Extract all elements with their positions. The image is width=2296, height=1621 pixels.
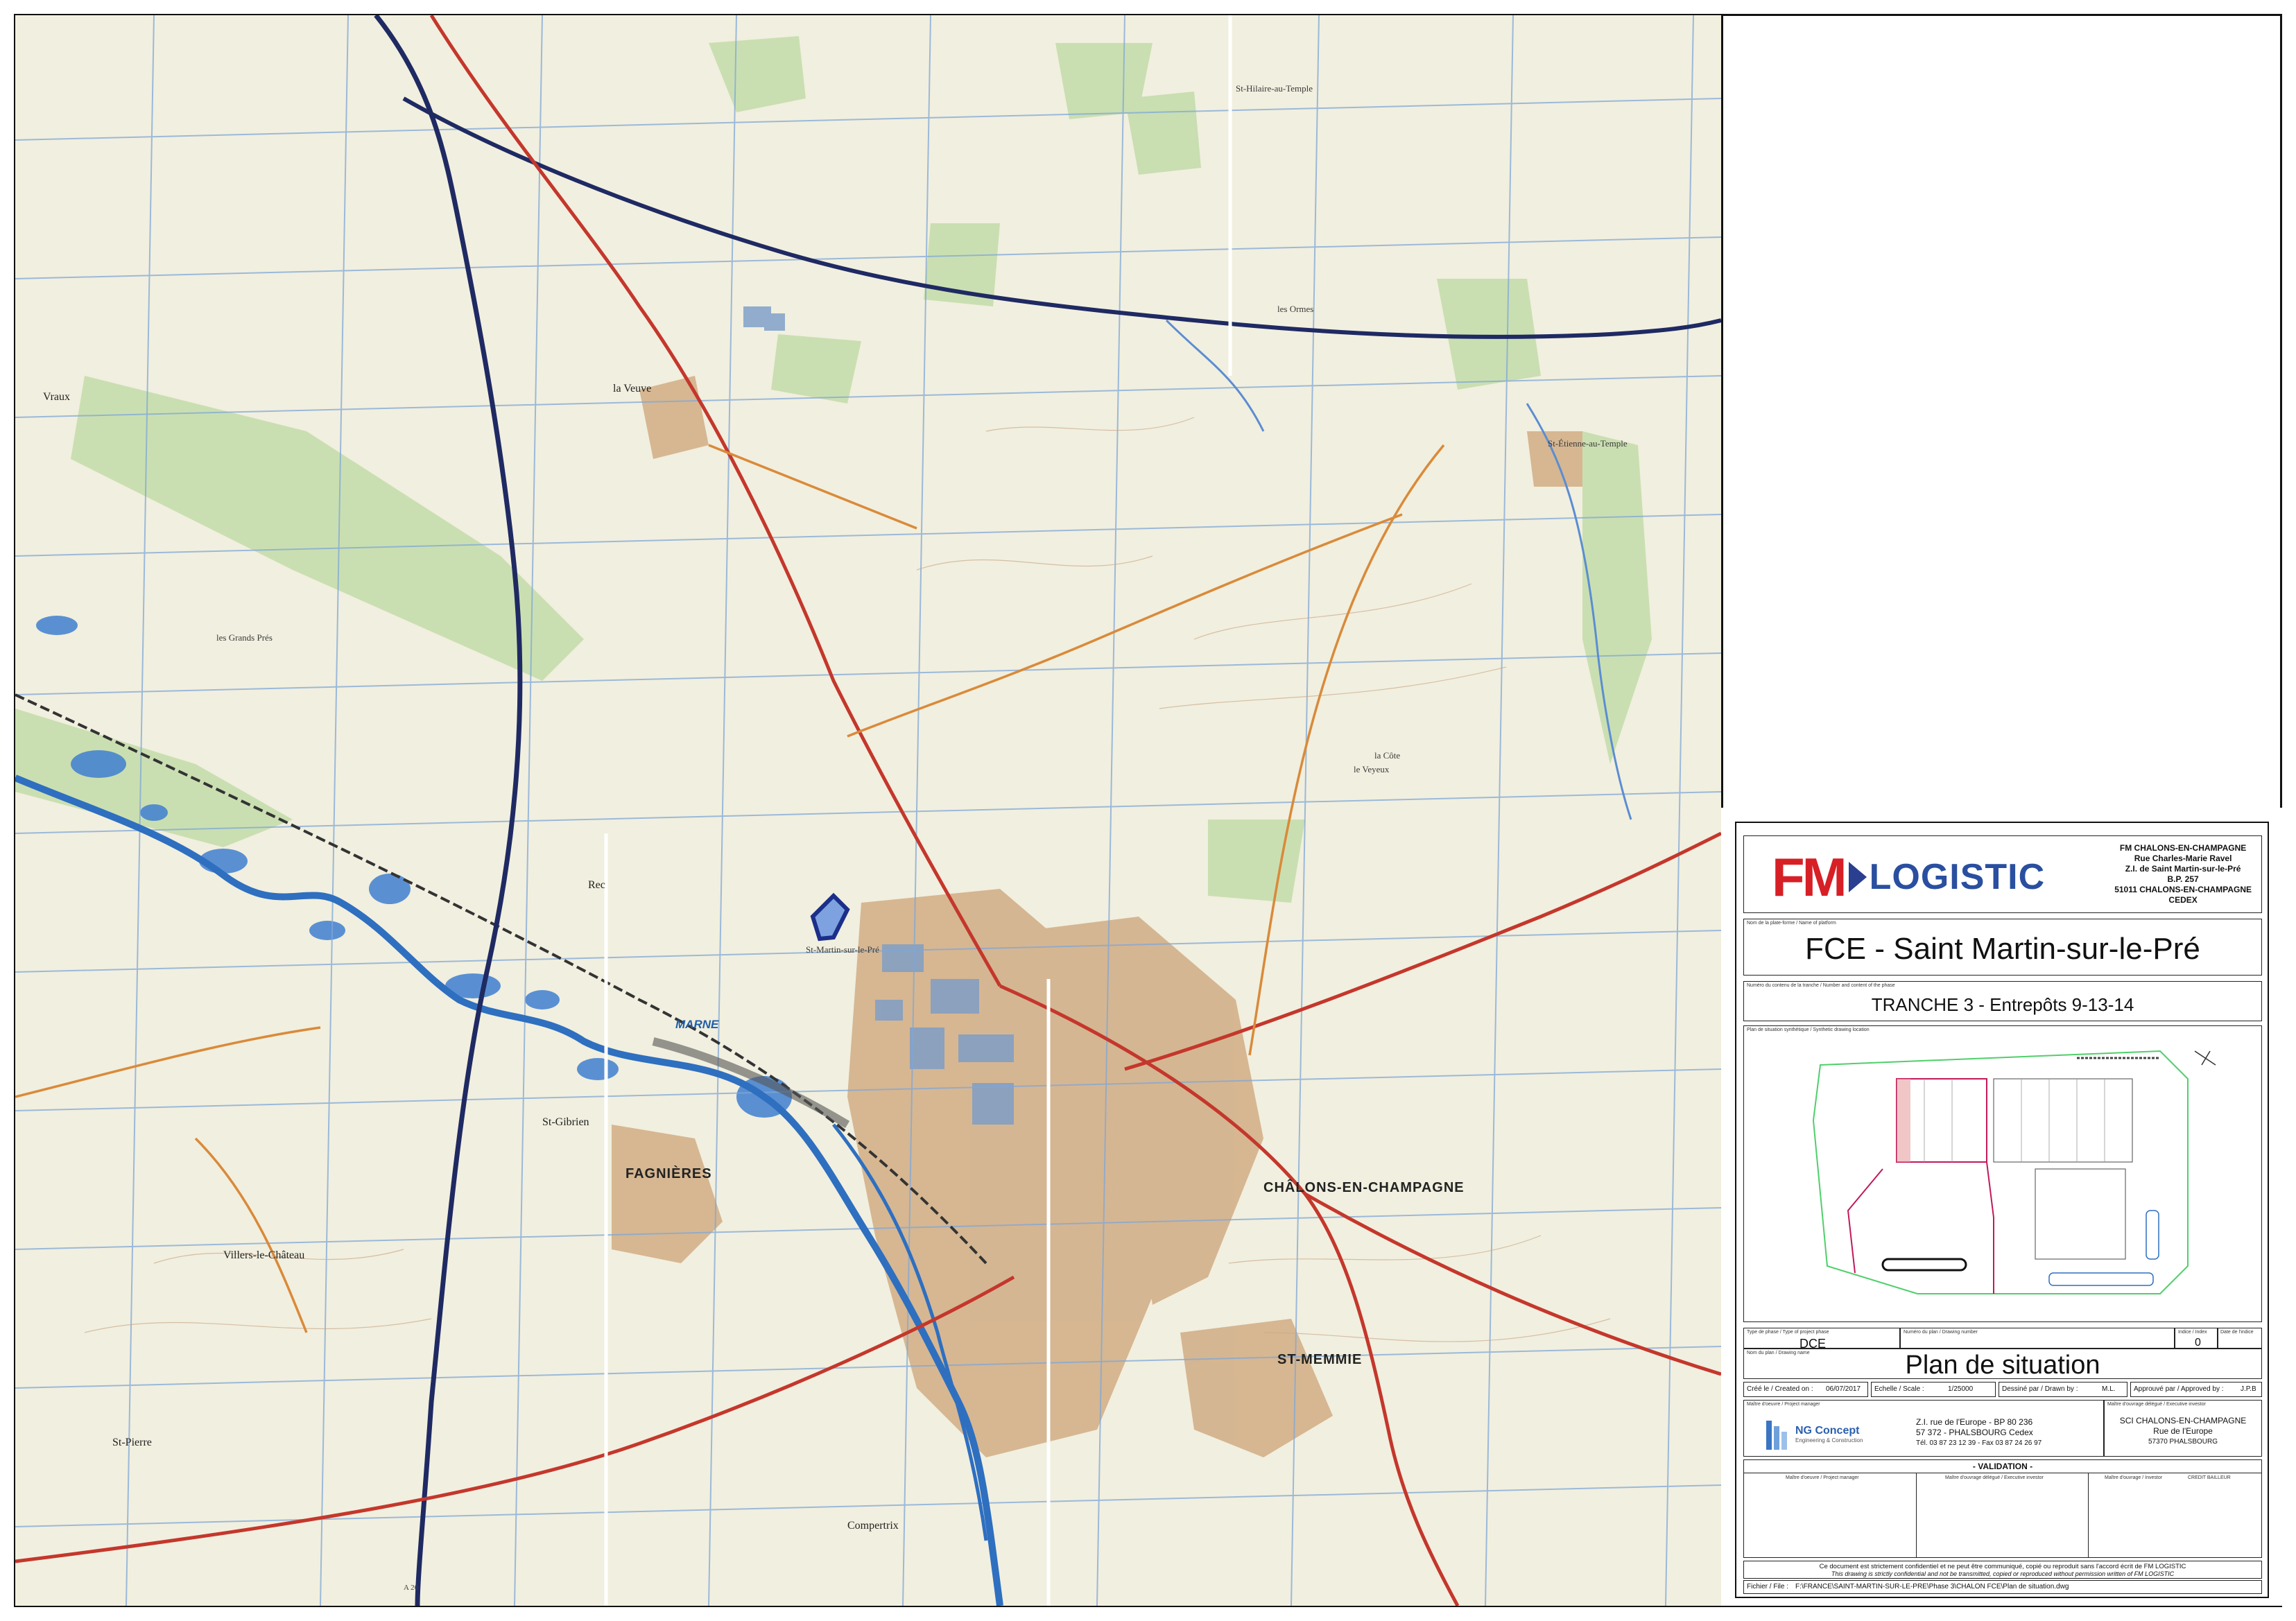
drawing-number-label: Numéro du plan / Drawing number xyxy=(1904,1330,1978,1335)
label-villers: Villers-le-Château xyxy=(223,1249,305,1261)
phase-type-label: Type de phase / Type of project phase xyxy=(1747,1330,1829,1335)
validation-title: - VALIDATION - xyxy=(1972,1462,2033,1471)
scale-box: Echelle / Scale : 1/25000 xyxy=(1871,1382,1996,1397)
scale-value: 1/25000 xyxy=(1948,1385,1974,1393)
site-plan-box: Plan de situation synthétique / Syntheti… xyxy=(1743,1025,2262,1322)
phase-box: Numéro du contenu de la tranche / Number… xyxy=(1743,981,2262,1021)
ng-concept-logo: NG Concept Engineering & Construction xyxy=(1765,1416,1876,1452)
label-st-gibrien: St-Gibrien xyxy=(542,1116,589,1128)
label-chalons: CHÂLONS-EN-CHAMPAGNE xyxy=(1263,1180,1465,1195)
platform-box: Nom de la plate-forme / Name of platform… xyxy=(1743,919,2262,976)
owner-address-line: 57370 PHALSBOURG xyxy=(2148,1438,2218,1446)
owner-label: Maître d'ouvrage délégué / Executive inv… xyxy=(2107,1402,2206,1407)
ng-address-line: Tél. 03 87 23 12 39 - Fax 03 87 24 26 97 xyxy=(1916,1439,2042,1447)
address-line: Rue Charles-Marie Ravel xyxy=(2134,853,2232,863)
approved-value: J.P.B xyxy=(2241,1385,2256,1393)
owner-address: SCI CHALONS-EN-CHAMPAGNE Rue de l'Europe… xyxy=(2105,1416,2261,1447)
site-plan-label: Plan de situation synthétique / Syntheti… xyxy=(1747,1028,1870,1032)
phase-label: Numéro du contenu de la tranche / Number… xyxy=(1747,983,1895,988)
index-date-box: Date de l'indice xyxy=(2218,1328,2262,1349)
validation-col-credit: CREDIT BAILLEUR xyxy=(2188,1475,2231,1480)
label-marne: MARNE xyxy=(675,1018,719,1031)
scale-label: Echelle / Scale : xyxy=(1874,1385,1924,1393)
drawing-number-box: Numéro du plan / Drawing number xyxy=(1900,1328,2175,1349)
label-vraux: Vraux xyxy=(43,391,71,403)
validation-col-pm: Maître d'oeuvre / Project manager xyxy=(1786,1475,1859,1480)
file-value: F:\FRANCE\SAINT-MARTIN-SUR-LE-PRE\Phase … xyxy=(1795,1583,2069,1590)
created-box: Créé le / Created on : 06/07/2017 xyxy=(1743,1382,1868,1397)
index-date-label: Date de l'indice xyxy=(2220,1330,2254,1335)
index-label: Indice / Index xyxy=(2178,1330,2207,1335)
label-rec: Rec xyxy=(588,879,605,891)
label-st-pierre: St-Pierre xyxy=(112,1437,152,1448)
owner-address-line: SCI CHALONS-EN-CHAMPAGNE xyxy=(2119,1416,2247,1425)
phase-name: TRANCHE 3 - Entrepôts 9-13-14 xyxy=(1871,994,2134,1015)
drawn-box: Dessiné par / Drawn by : M.L. xyxy=(1999,1382,2127,1397)
created-label: Créé le / Created on : xyxy=(1747,1385,1813,1393)
approved-label: Approuvé par / Approved by : xyxy=(2134,1385,2224,1393)
logo-logistic: LOGISTIC xyxy=(1869,857,2046,897)
index-value: 0 xyxy=(2195,1337,2201,1349)
validation-col-investor: Maître d'ouvrage / Investor xyxy=(2105,1475,2163,1480)
logo-fm: FM xyxy=(1772,847,1847,908)
map-drawing xyxy=(15,15,1721,1606)
validation-box: - VALIDATION - Maître d'oeuvre / Project… xyxy=(1743,1459,2262,1558)
created-value: 06/07/2017 xyxy=(1826,1385,1861,1393)
address-line: B.P. 257 xyxy=(2167,874,2199,884)
label-st-martin: St-Martin-sur-le-Pré xyxy=(806,944,879,955)
pm-label: Maître d'oeuvre / Project manager xyxy=(1747,1402,1820,1407)
label-les-ormes: les Ormes xyxy=(1277,304,1314,314)
owner-address-line: Rue de l'Europe xyxy=(2153,1426,2213,1436)
validation-col-exec: Maître d'ouvrage délégué / Executive inv… xyxy=(1945,1475,2044,1480)
label-la-veuve: la Veuve xyxy=(613,383,652,395)
title-block: FM LOGISTIC FM CHALONS-EN-CHAMPAGNE Rue … xyxy=(1721,808,2282,1606)
project-manager-box: Maître d'oeuvre / Project manager NG Con… xyxy=(1743,1400,2104,1457)
owner-box: Maître d'ouvrage délégué / Executive inv… xyxy=(2104,1400,2262,1457)
label-grands-pres: les Grands Prés xyxy=(216,632,273,643)
ng-address-line: Z.I. rue de l'Europe - BP 80 236 xyxy=(1916,1417,2033,1427)
topographic-map[interactable]: Vraux la Veuve St-Hilaire-au-Temple St-É… xyxy=(15,15,1723,1606)
site-plan-drawing xyxy=(1812,1050,2216,1294)
label-a26: A 26 xyxy=(404,1584,419,1592)
ng-sub: Engineering & Construction xyxy=(1795,1437,1863,1444)
label-la-cote: la Côte xyxy=(1374,750,1401,761)
logo-arrow-icon xyxy=(1848,862,1867,892)
ng-address-line: 57 372 - PHALSBOURG Cedex xyxy=(1916,1428,2033,1437)
fm-logistic-logo: FM LOGISTIC xyxy=(1772,850,2045,904)
drawn-value: M.L. xyxy=(2102,1385,2116,1393)
file-label: Fichier / File : xyxy=(1747,1583,1789,1590)
label-st-hilaire: St-Hilaire-au-Temple xyxy=(1236,83,1313,94)
ng-building-icon xyxy=(1766,1421,1787,1450)
platform-name: FCE - Saint Martin-sur-le-Pré xyxy=(1805,932,2200,966)
file-box: Fichier / File : F:\FRANCE\SAINT-MARTIN-… xyxy=(1743,1580,2262,1594)
ng-address: Z.I. rue de l'Europe - BP 80 236 57 372 … xyxy=(1916,1417,2042,1448)
address-line: FM CHALONS-EN-CHAMPAGNE xyxy=(2119,843,2247,853)
index-box: Indice / Index 0 xyxy=(2175,1328,2218,1349)
drawing-name-box: Nom du plan / Drawing name Plan de situa… xyxy=(1743,1349,2262,1380)
drawing-name: Plan de situation xyxy=(1905,1351,2100,1380)
platform-label: Nom de la plate-forme / Name of platform xyxy=(1747,921,1836,926)
label-le-veyeux: le Veyeux xyxy=(1354,764,1390,774)
confidential-box: Ce document est strictement confidentiel… xyxy=(1743,1561,2262,1579)
confidential-fr: Ce document est strictement confidentiel… xyxy=(1819,1563,2186,1570)
title-block-frame: FM LOGISTIC FM CHALONS-EN-CHAMPAGNE Rue … xyxy=(1735,822,2269,1598)
label-fagnieres: FAGNIÈRES xyxy=(625,1166,712,1181)
header-box: FM LOGISTIC FM CHALONS-EN-CHAMPAGNE Rue … xyxy=(1743,835,2262,913)
address-line: CEDEX xyxy=(2168,895,2198,905)
address-line: Z.I. de Saint Martin-sur-le-Pré xyxy=(2125,864,2241,874)
approved-box: Approuvé par / Approved by : J.P.B xyxy=(2130,1382,2262,1397)
drawn-label: Dessiné par / Drawn by : xyxy=(2002,1385,2078,1393)
company-address: FM CHALONS-EN-CHAMPAGNE Rue Charles-Mari… xyxy=(2114,843,2252,905)
ng-name: NG Concept xyxy=(1795,1424,1860,1437)
address-line: 51011 CHALONS-EN-CHAMPAGNE xyxy=(2114,885,2252,894)
phase-type-box: Type de phase / Type of project phase DC… xyxy=(1743,1328,1900,1351)
confidential-en: This drawing is strictly confidential an… xyxy=(1831,1570,2175,1577)
label-st-memmie: ST-MEMMIE xyxy=(1277,1352,1363,1367)
label-st-etienne: St-Étienne-au-Temple xyxy=(1548,438,1628,449)
north-arrow-icon xyxy=(2194,1050,2216,1066)
label-compertrix: Compertrix xyxy=(847,1520,899,1532)
